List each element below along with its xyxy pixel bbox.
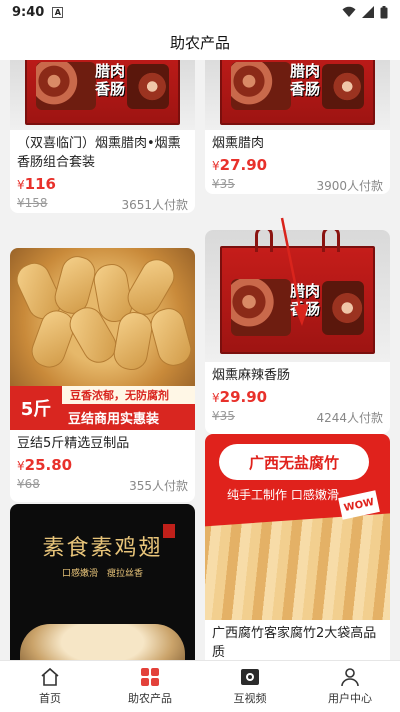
box-text: 香肠: [290, 299, 321, 318]
sold-count: 3651人付款: [121, 198, 188, 212]
user-icon: [341, 668, 359, 687]
status-time: 9:40: [12, 4, 45, 20]
original-price: ¥35: [212, 177, 235, 191]
product-image: 5斤 豆香浓郁，无防腐剂 豆结商用实惠装: [10, 248, 195, 430]
notification-a-icon: A: [52, 6, 64, 18]
product-card[interactable]: 腊肉 香肠 （双喜临门）烟熏腊肉•烟熏香肠组合套装 ¥116 ¥158 3651人付…: [10, 60, 195, 213]
product-name: 烟熏麻辣香肠: [212, 368, 291, 383]
box-text: 香肠: [95, 79, 126, 98]
home-icon: [41, 667, 59, 686]
page-title: 助农产品: [169, 33, 230, 52]
original-price: ¥68: [17, 477, 40, 491]
product-image: 腊肉 香肠: [205, 230, 390, 362]
sold-count: 355人付款: [129, 479, 188, 493]
sold-count: 4244人付款: [316, 411, 383, 425]
bottom-tab-bar: 首页 助农产品 互视频 用户中心: [0, 660, 400, 712]
product-card[interactable]: 素食素鸡翅 口感嫩滑 瘦拉丝香: [10, 504, 195, 660]
tab-label: 助农产品: [128, 692, 172, 705]
tab-label: 互视频: [233, 692, 267, 705]
sold-count: 3900人付款: [316, 179, 383, 193]
product-image: 腊肉 香肠: [10, 60, 195, 130]
product-image: 素食素鸡翅 口感嫩滑 瘦拉丝香: [10, 504, 195, 660]
poster-title: 素食素鸡翅: [42, 536, 163, 561]
status-bar: 9:40 A: [0, 0, 400, 24]
signal-icon: [362, 6, 374, 18]
product-banner: 5斤 豆香浓郁，无防腐剂 豆结商用实惠装: [10, 386, 195, 430]
original-price: ¥35: [212, 409, 235, 423]
box-text: 腊肉: [290, 61, 321, 80]
banner-weight-tag: 5斤: [10, 386, 62, 430]
banner-bottom-text: 豆结商用实惠装: [62, 404, 195, 430]
box-text: 腊肉: [290, 281, 321, 300]
product-card[interactable]: 腊肉 香肠 烟熏腊肉 ¥27.90 ¥35 3900人付款: [205, 60, 390, 194]
product-name: 烟熏腊肉: [212, 136, 265, 151]
product-name: 广西腐竹客家腐竹2大袋高品质: [212, 626, 377, 660]
wifi-icon: [342, 6, 356, 17]
box-text: 香肠: [290, 79, 321, 98]
banner-top-text: 豆香浓郁，无防腐剂: [62, 386, 195, 404]
product-grid[interactable]: 腊肉 香肠 （双喜临门）烟熏腊肉•烟熏香肠组合套装 ¥116 ¥158 3651人付…: [0, 60, 400, 660]
original-price: ¥158: [17, 196, 48, 210]
product-price: ¥27.90: [212, 156, 268, 174]
product-name: （双喜临门）烟熏腊肉•烟熏香肠组合套装: [17, 136, 181, 170]
product-image: 腊肉 香肠: [205, 60, 390, 130]
product-price: ¥25.80: [17, 456, 73, 474]
tab-video[interactable]: 互视频: [200, 661, 300, 712]
product-image: 广西无盐腐竹 纯手工制作 口感嫩滑 WOW: [205, 434, 390, 620]
grid-icon: [141, 668, 159, 686]
product-price: ¥116: [17, 175, 56, 193]
battery-icon: [380, 5, 388, 18]
product-card[interactable]: 5斤 豆香浓郁，无防腐剂 豆结商用实惠装 豆结5斤精选豆制品 ¥25.80 ¥6…: [10, 248, 195, 502]
poster-subtitle: 口感嫩滑 瘦拉丝香: [61, 569, 143, 579]
video-icon: [241, 669, 259, 685]
box-text: 腊肉: [95, 61, 126, 80]
tab-label: 首页: [39, 692, 61, 705]
poster-subtitle: 纯手工制作 口感嫩滑: [227, 488, 339, 502]
poster-title: 广西无盐腐竹: [219, 444, 369, 480]
product-card[interactable]: 腊肉 香肠 烟熏麻辣香肠 ¥29.90 ¥35 4244人付款: [205, 230, 390, 434]
product-card[interactable]: 广西无盐腐竹 纯手工制作 口感嫩滑 WOW 广西腐竹客家腐竹2大袋高品质: [205, 434, 390, 660]
tab-user[interactable]: 用户中心: [300, 661, 400, 712]
product-name: 豆结5斤精选豆制品: [17, 436, 130, 451]
tab-home[interactable]: 首页: [0, 661, 100, 712]
app-header: 助农产品: [0, 24, 400, 60]
tab-products[interactable]: 助农产品: [100, 661, 200, 712]
tab-label: 用户中心: [328, 692, 372, 705]
product-price: ¥29.90: [212, 388, 268, 406]
